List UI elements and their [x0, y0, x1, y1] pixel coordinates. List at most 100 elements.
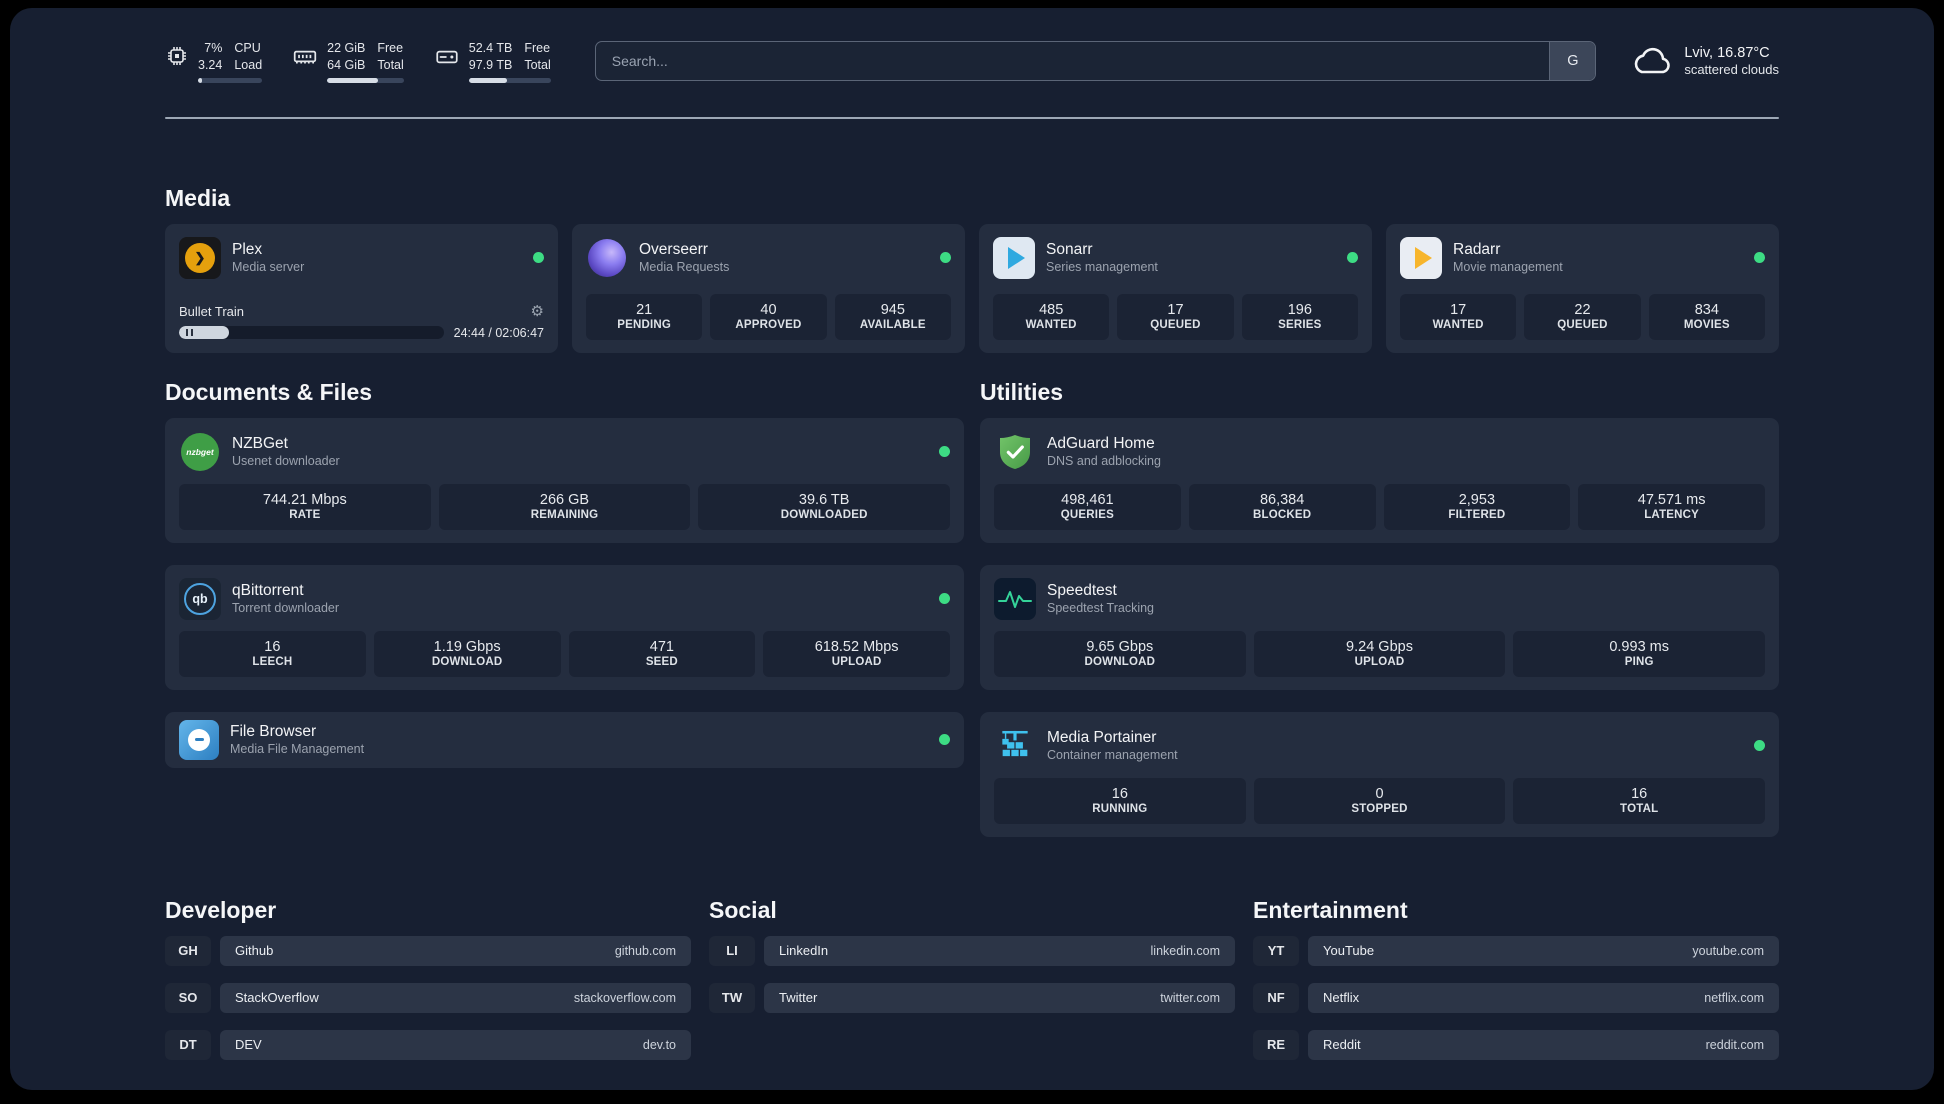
stat-value: 39.6 TB [798, 492, 850, 509]
bookmark-pill: DEV dev.to [220, 1029, 691, 1060]
bookmark-row-github[interactable]: GH Github github.com [165, 935, 691, 966]
card-plex[interactable]: ❯ Plex Media server Bullet Train ⚙ 24:44… [165, 223, 558, 353]
section-documents: Documents & Files nzbget NZBGet Usenet d… [165, 379, 964, 768]
bookmark-row-youtube[interactable]: YT YouTube youtube.com [1253, 935, 1779, 966]
weather-condition: scattered clouds [1684, 62, 1779, 78]
overseerr-names: Overseerr Media Requests [639, 241, 929, 274]
stat-tile: 2,953 FILTERED [1383, 483, 1571, 530]
bookmark-row-reddit[interactable]: RE Reddit reddit.com [1253, 1029, 1779, 1060]
bookmark-group-entertainment: Entertainment YT YouTube youtube.com NF … [1253, 897, 1779, 1077]
bookmark-domain: reddit.com [1705, 1037, 1764, 1052]
adguard-shield-icon [994, 431, 1036, 473]
status-dot [1754, 252, 1765, 264]
stat-value: 40 [760, 302, 777, 319]
service-name: Media Portainer [1047, 729, 1157, 747]
stat-tile: 22 QUEUED [1524, 293, 1641, 340]
card-speedtest[interactable]: Speedtest Speedtest Tracking 9.65 Gbps D… [980, 564, 1779, 690]
stat-value: 17 [1450, 302, 1467, 319]
card-overseerr[interactable]: Overseerr Media Requests 21 PENDING 40 A… [572, 223, 965, 353]
pause-icon[interactable] [186, 329, 193, 337]
entertainment-group-title: Entertainment [1253, 896, 1408, 923]
plex-now-playing: Bullet Train ⚙ 24:44 / 02:06:47 [179, 294, 544, 340]
stat-value: 2,953 [1458, 492, 1496, 509]
stat-tile: 618.52 Mbps UPLOAD [763, 630, 950, 677]
resource-disk: 52.4 TB 97.9 TB Free Total [434, 40, 551, 83]
bookmark-pill: Netflix netflix.com [1308, 982, 1779, 1013]
memory-total-label: Total [377, 57, 404, 72]
search-input[interactable] [595, 53, 1550, 70]
stat-value: 22 [1574, 302, 1591, 319]
resource-widgets: 7% 3.24 CPU Load 22 GiB 64 GiB Free Tota… [165, 40, 551, 83]
stat-tile: 0.993 ms PING [1513, 630, 1766, 677]
speedtest-names: Speedtest Speedtest Tracking [1047, 582, 1765, 615]
stats-row: 16 LEECH 1.19 Gbps DOWNLOAD 471 SEED 618… [179, 630, 950, 677]
bookmark-row-linkedin[interactable]: LI LinkedIn linkedin.com [709, 935, 1235, 966]
service-desc: Media Requests [639, 260, 730, 275]
stat-value: 945 [880, 302, 905, 319]
qbittorrent-names: qBittorrent Torrent downloader [232, 582, 928, 615]
stats-row: 17 WANTED 22 QUEUED 834 MOVIES [1400, 293, 1765, 340]
card-sonarr[interactable]: Sonarr Series management 485 WANTED 17 Q… [979, 223, 1372, 353]
card-filebrowser[interactable]: File Browser Media File Management [165, 711, 964, 768]
bookmark-abbr: YT [1253, 935, 1299, 966]
service-name: Plex [232, 241, 263, 259]
plex-icon: ❯ [179, 236, 221, 279]
stat-label: WANTED [1025, 319, 1077, 332]
qbittorrent-logo-text: qb [184, 582, 216, 615]
card-nzbget[interactable]: nzbget NZBGet Usenet downloader 744.21 M… [165, 417, 964, 543]
stat-tile: 16 LEECH [179, 630, 366, 677]
bookmark-row-twitter[interactable]: TW Twitter twitter.com [709, 982, 1235, 1013]
stat-label: RUNNING [1092, 803, 1148, 816]
search-provider-button[interactable]: G [1549, 42, 1596, 81]
service-desc: Media server [232, 260, 305, 275]
stats-row: 498,461 QUERIES 86,384 BLOCKED 2,953 FIL… [994, 483, 1765, 530]
disk-free-label: Free [524, 41, 551, 55]
service-desc: Series management [1046, 260, 1158, 275]
bookmark-domain: twitter.com [1160, 990, 1220, 1005]
bookmark-row-dev[interactable]: DT DEV dev.to [165, 1029, 691, 1060]
stat-label: SERIES [1278, 319, 1322, 332]
stat-label: UPLOAD [831, 656, 882, 669]
radarr-names: Radarr Movie management [1453, 241, 1743, 274]
status-dot [939, 593, 950, 605]
service-name: Radarr [1453, 241, 1501, 259]
settings-gear-icon[interactable]: ⚙ [531, 304, 544, 319]
stat-tile: 40 APPROVED [710, 293, 827, 340]
card-qbittorrent[interactable]: qb qBittorrent Torrent downloader 16 LEE… [165, 564, 964, 690]
stat-value: 1.19 Gbps [433, 639, 501, 656]
stat-value: 86,384 [1259, 492, 1305, 509]
stat-value: 498,461 [1061, 492, 1114, 509]
card-adguard[interactable]: AdGuard Home DNS and adblocking 498,461 … [980, 417, 1779, 543]
radarr-card-header: Radarr Movie management [1400, 236, 1765, 279]
resource-memory: 22 GiB 64 GiB Free Total [292, 40, 404, 83]
memory-total-value: 64 GiB [327, 57, 366, 72]
plex-chevron-icon: ❯ [185, 242, 215, 273]
stat-value: 9.24 Gbps [1346, 639, 1413, 656]
nzbget-icon: nzbget [179, 431, 221, 473]
stats-row: 485 WANTED 17 QUEUED 196 SERIES [993, 293, 1358, 340]
status-dot [1347, 252, 1358, 264]
bookmark-row-stackoverflow[interactable]: SO StackOverflow stackoverflow.com [165, 982, 691, 1013]
bookmark-name: Netflix [1323, 990, 1360, 1006]
memory-free-value: 22 GiB [327, 41, 366, 55]
card-radarr[interactable]: Radarr Movie management 17 WANTED 22 QUE… [1386, 223, 1779, 353]
bookmark-name: YouTube [1323, 943, 1375, 959]
playback-progress-bar[interactable] [179, 326, 444, 340]
stat-tile: 17 WANTED [1400, 293, 1517, 340]
documents-section-title: Documents & Files [165, 378, 373, 405]
resource-cpu: 7% 3.24 CPU Load [165, 40, 263, 83]
overseerr-icon [586, 237, 628, 279]
bookmark-pill: LinkedIn linkedin.com [764, 935, 1235, 966]
bookmark-abbr: LI [709, 935, 755, 966]
bookmark-row-netflix[interactable]: NF Netflix netflix.com [1253, 982, 1779, 1013]
stat-label: PENDING [617, 319, 672, 332]
card-portainer[interactable]: Media Portainer Container management 16 … [980, 711, 1779, 837]
service-name: NZBGet [232, 435, 288, 453]
nzbget-logo-text: nzbget [181, 432, 219, 471]
stat-label: BLOCKED [1252, 509, 1312, 522]
service-name: File Browser [230, 723, 317, 741]
stat-value: 47.571 ms [1637, 492, 1706, 509]
qbittorrent-card-header: qb qBittorrent Torrent downloader [179, 577, 950, 620]
bookmark-group-social: Social LI LinkedIn linkedin.com TW Twitt… [709, 897, 1235, 1077]
bookmark-pill: Twitter twitter.com [764, 982, 1235, 1013]
